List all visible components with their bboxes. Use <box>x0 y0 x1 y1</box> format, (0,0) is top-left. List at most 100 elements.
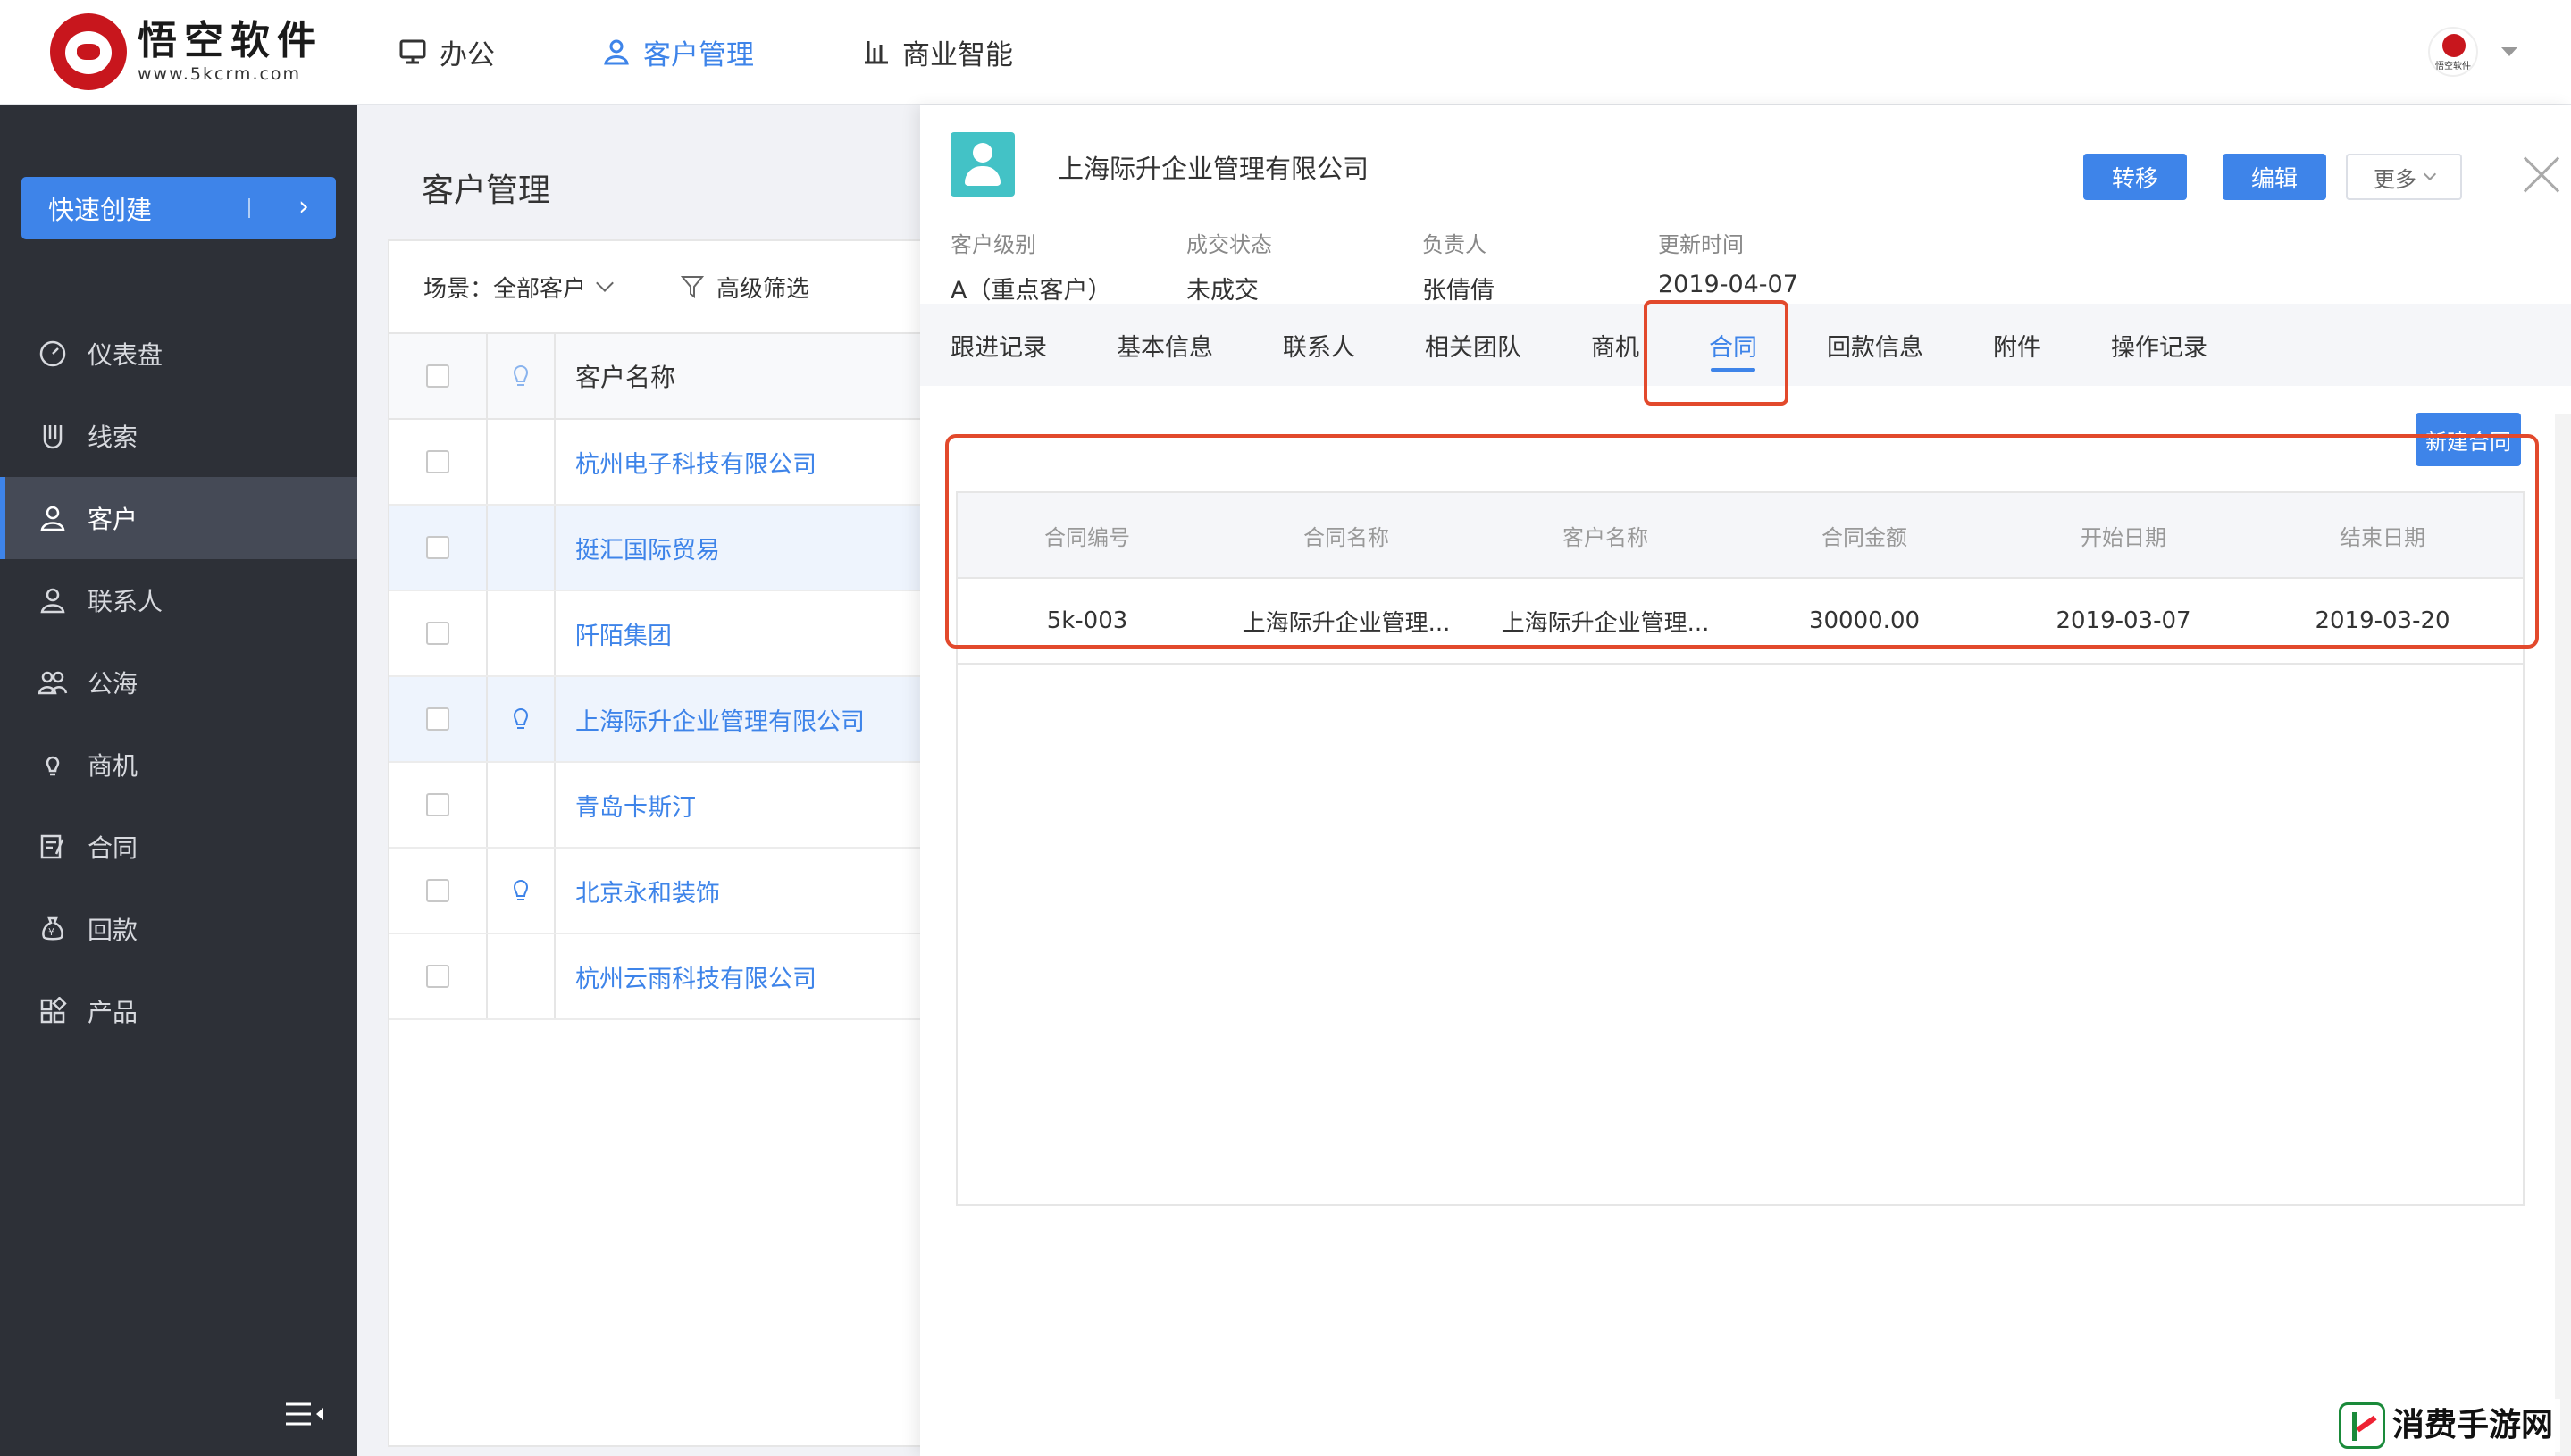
drawer-header: 上海际升企业管理有限公司 转移 编辑 更多 <box>951 132 2558 204</box>
advanced-filter-button[interactable]: 高级筛选 <box>681 271 809 304</box>
tab-8[interactable]: 操作记录 <box>2111 304 2207 386</box>
watermark-logo-icon <box>2338 1402 2385 1449</box>
magnet-icon <box>38 421 68 451</box>
top-bar: 悟空软件 www.5kcrm.com 办公 客户管理 商业智能 悟空软件 <box>0 0 2571 105</box>
tab-0[interactable]: 跟进记录 <box>951 304 1047 386</box>
nav-office[interactable]: 办公 <box>398 32 495 72</box>
sidebar-item-payments[interactable]: ¥ 回款 <box>0 888 357 970</box>
customer-icon <box>38 503 68 533</box>
more-button-label: 更多 <box>2374 166 2416 192</box>
sidebar-item-contracts[interactable]: 合同 <box>0 806 357 888</box>
table-highlight-box <box>945 434 2539 649</box>
sidebar-item-label: 公海 <box>88 669 138 699</box>
chevron-down-icon <box>596 274 614 292</box>
nav-office-label: 办公 <box>440 38 495 71</box>
row-checkbox[interactable] <box>426 622 449 645</box>
collapse-menu-icon[interactable] <box>284 1401 325 1431</box>
avatar-text: 悟空软件 <box>2435 62 2471 71</box>
sidebar-item-label: 仪表盘 <box>88 340 163 370</box>
tab-6[interactable]: 回款信息 <box>1827 304 1923 386</box>
row-checkbox[interactable] <box>426 965 449 988</box>
row-checkbox[interactable] <box>426 450 449 473</box>
bulb-icon <box>38 749 68 780</box>
side-menu: 仪表盘 线索 客户 联系人 公海 商机 合同 ¥ 回款 产品 <box>0 313 357 1052</box>
svg-text:¥: ¥ <box>48 926 54 938</box>
user-icon <box>604 39 629 65</box>
sidebar: 快速创建 › 仪表盘 线索 客户 联系人 公海 商机 合同 ¥ 回款 产品 <box>0 105 357 1456</box>
watermark: 消费手游网 <box>2331 1399 2560 1452</box>
money-bag-icon: ¥ <box>38 914 68 944</box>
customer-detail-drawer: 上海际升企业管理有限公司 转移 编辑 更多 客户级别 A（重点客户） 成交状态 … <box>920 105 2571 1456</box>
sidebar-item-customers[interactable]: 客户 <box>0 477 357 559</box>
more-button[interactable]: 更多 <box>2346 154 2462 200</box>
sidebar-item-label: 合同 <box>88 833 138 863</box>
user-menu[interactable]: 悟空软件 <box>2428 27 2517 77</box>
nav-business-intelligence-label: 商业智能 <box>902 38 1013 71</box>
top-nav: 办公 客户管理 商业智能 <box>398 32 1120 72</box>
sidebar-item-label: 产品 <box>88 998 138 1027</box>
row-checkbox[interactable] <box>426 707 449 731</box>
filter-icon <box>681 276 705 298</box>
sidebar-item-dashboard[interactable]: 仪表盘 <box>0 313 357 395</box>
logo-title: 悟空软件 <box>138 18 323 63</box>
watermark-text: 消费手游网 <box>2391 1407 2553 1443</box>
customer-avatar-icon <box>951 132 1015 197</box>
tab-4[interactable]: 商机 <box>1591 304 1639 386</box>
customer-meta: 客户级别 A（重点客户） 成交状态 未成交 负责人 张倩倩 更新时间 2019-… <box>951 227 1894 305</box>
bulb-icon[interactable] <box>509 876 532 905</box>
tab-7[interactable]: 附件 <box>1993 304 2041 386</box>
vertical-scrollbar[interactable] <box>2555 414 2571 1456</box>
select-all-checkbox[interactable] <box>426 364 449 388</box>
chevron-right-icon: › <box>298 191 309 222</box>
row-checkbox[interactable] <box>426 536 449 559</box>
group-icon <box>38 667 68 698</box>
sidebar-item-label: 客户 <box>88 505 138 534</box>
sidebar-item-public-pool[interactable]: 公海 <box>0 641 357 724</box>
sidebar-item-leads[interactable]: 线索 <box>0 395 357 477</box>
meta-level: 客户级别 A（重点客户） <box>951 232 1112 305</box>
contact-icon <box>38 585 68 615</box>
meta-deal-status: 成交状态 未成交 <box>1186 232 1272 305</box>
bulb-icon <box>513 365 529 386</box>
contracts-tab-content: 新建合同 合同编号 合同名称 客户名称 合同金额 开始日期 结束日期 5k-003 上海际升… <box>920 386 2571 1456</box>
divider <box>248 198 250 218</box>
row-checkbox[interactable] <box>426 879 449 902</box>
logo-url: www.5kcrm.com <box>138 64 302 84</box>
chevron-down-icon[interactable] <box>2501 47 2517 56</box>
tab-1[interactable]: 基本信息 <box>1117 304 1213 386</box>
tab-2[interactable]: 联系人 <box>1283 304 1355 386</box>
avatar[interactable]: 悟空软件 <box>2428 27 2478 77</box>
sidebar-item-label: 线索 <box>88 423 138 452</box>
sidebar-item-label: 联系人 <box>88 587 163 616</box>
sidebar-item-opportunities[interactable]: 商机 <box>0 724 357 806</box>
nav-business-intelligence[interactable]: 商业智能 <box>861 32 1013 72</box>
scene-select[interactable]: 场景：全部客户 <box>423 271 614 304</box>
scene-label: 场景：全部客户 <box>423 275 587 303</box>
chevron-down-icon <box>2423 167 2437 181</box>
nav-customer-management-label: 客户管理 <box>643 38 754 71</box>
monitor-icon <box>399 39 426 64</box>
monkey-logo-icon <box>50 13 127 90</box>
bulb-icon[interactable] <box>509 705 532 733</box>
tab-3[interactable]: 相关团队 <box>1425 304 1521 386</box>
sidebar-item-products[interactable]: 产品 <box>0 970 357 1052</box>
edit-button[interactable]: 编辑 <box>2223 154 2326 200</box>
advanced-filter-label: 高级筛选 <box>716 275 810 303</box>
meta-updated-time: 更新时间 2019-04-07 <box>1658 232 1798 298</box>
logo[interactable]: 悟空软件 www.5kcrm.com <box>50 13 372 90</box>
quick-create-label: 快速创建 <box>48 195 153 225</box>
product-grid-icon <box>38 996 68 1026</box>
contract-icon <box>38 832 68 862</box>
nav-customer-management[interactable]: 客户管理 <box>602 32 754 72</box>
quick-create-button[interactable]: 快速创建 › <box>21 177 336 239</box>
close-icon[interactable] <box>2516 150 2566 200</box>
transfer-button[interactable]: 转移 <box>2083 154 2187 200</box>
sidebar-item-label: 商机 <box>88 751 138 781</box>
meta-owner: 负责人 张倩倩 <box>1422 232 1495 305</box>
page-title: 客户管理 <box>422 172 551 209</box>
customer-name-title: 上海际升企业管理有限公司 <box>1058 154 1369 184</box>
bar-chart-icon <box>865 41 888 64</box>
dashboard-icon <box>38 339 68 369</box>
row-checkbox[interactable] <box>426 793 449 816</box>
sidebar-item-contacts[interactable]: 联系人 <box>0 559 357 641</box>
